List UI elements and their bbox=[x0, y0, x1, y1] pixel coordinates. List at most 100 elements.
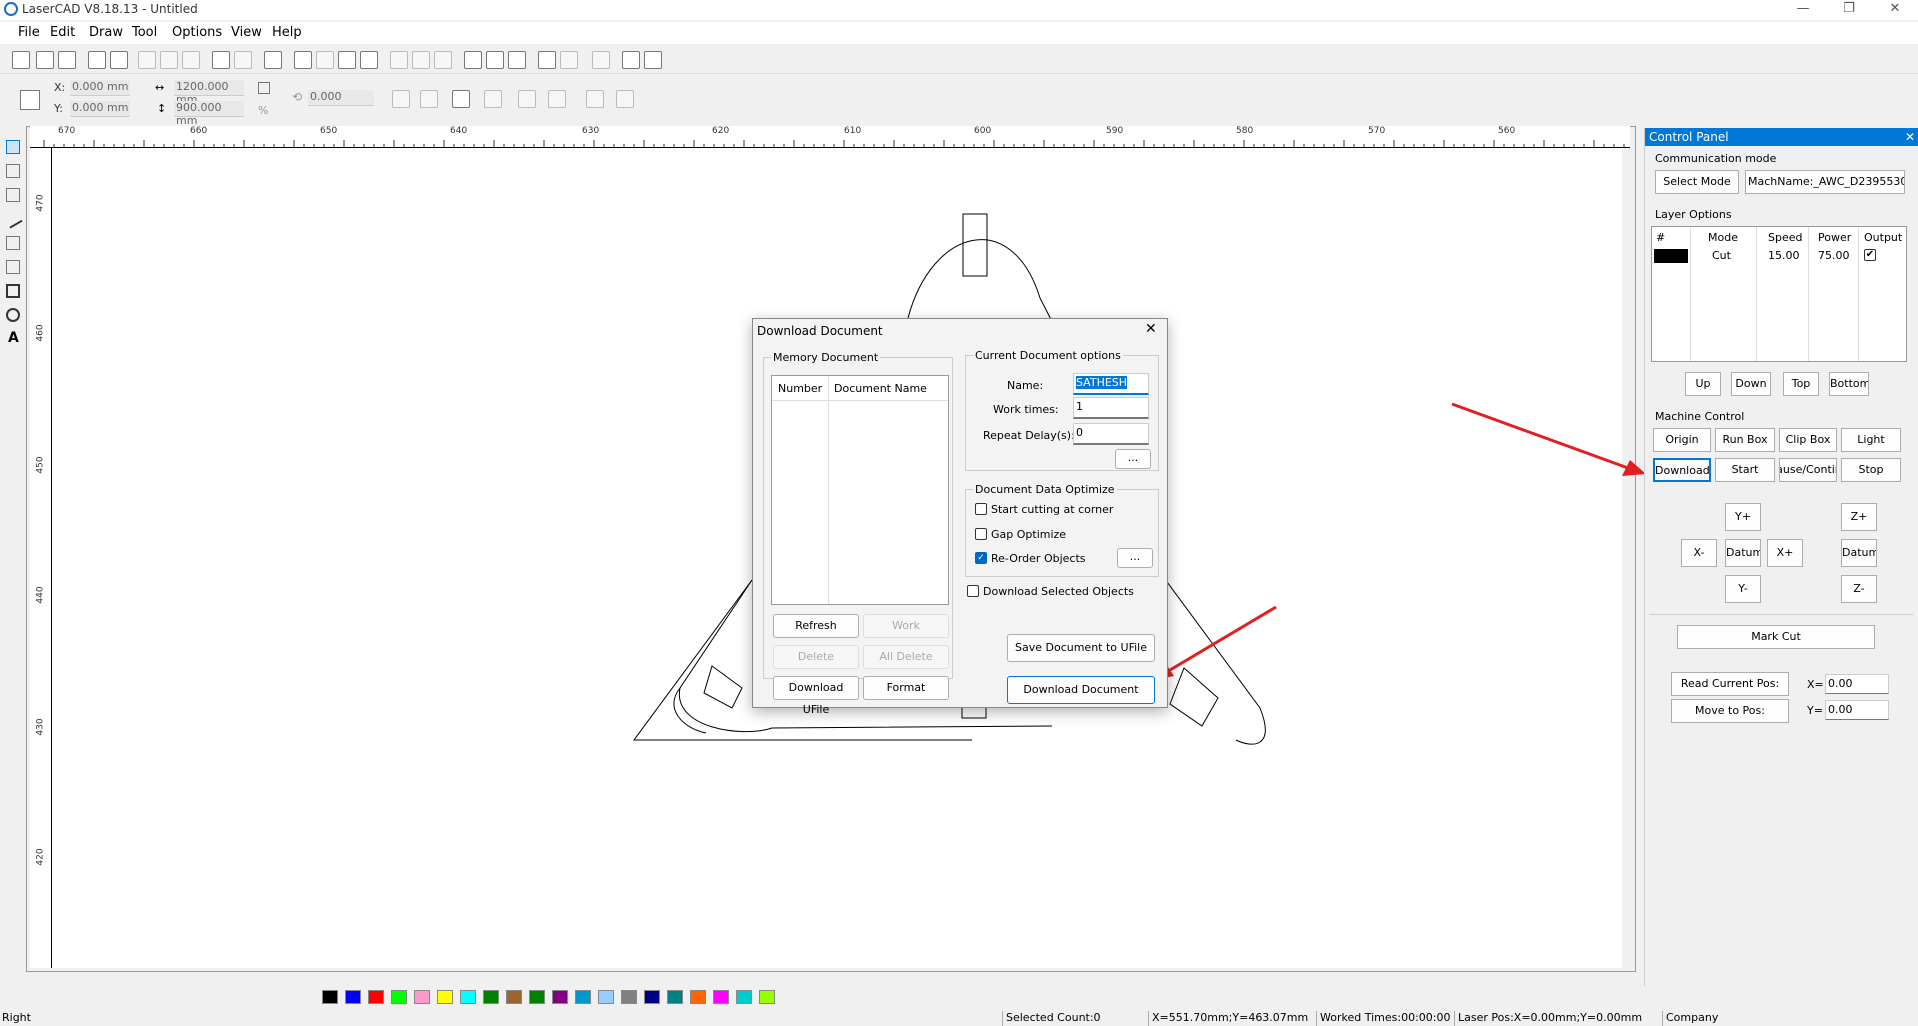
rectangle-icon[interactable] bbox=[6, 284, 20, 298]
palette-swatch[interactable] bbox=[529, 990, 545, 1004]
mark-cut-button[interactable]: Mark Cut bbox=[1677, 625, 1875, 649]
work-times-input[interactable]: 1 bbox=[1073, 397, 1149, 419]
line-icon[interactable] bbox=[3, 209, 23, 229]
repeat-delay-input[interactable]: 0 bbox=[1073, 423, 1149, 445]
work-button[interactable]: Work bbox=[863, 614, 949, 638]
jog-x-plus-button[interactable]: X+ bbox=[1767, 539, 1803, 567]
palette-swatch[interactable] bbox=[736, 990, 752, 1004]
simulate-icon[interactable] bbox=[592, 51, 610, 69]
download-selected-checkbox[interactable] bbox=[967, 585, 979, 597]
all-delete-button[interactable]: All Delete bbox=[863, 645, 949, 669]
clip-box-button[interactable]: Clip Box bbox=[1779, 428, 1837, 452]
x-position-input[interactable]: 0.000 mm bbox=[70, 80, 130, 96]
machine-select[interactable]: MachName:_AWC_D2395530 bbox=[1745, 170, 1905, 194]
layer-down-button[interactable]: Down bbox=[1731, 372, 1771, 396]
align-v-icon[interactable] bbox=[548, 90, 566, 108]
close-panel-icon[interactable]: ✕ bbox=[1905, 128, 1915, 146]
palette-swatch[interactable] bbox=[391, 990, 407, 1004]
undo-icon[interactable] bbox=[212, 51, 230, 69]
reorder-options-button[interactable]: ... bbox=[1117, 548, 1153, 568]
copy-icon[interactable] bbox=[160, 51, 178, 69]
layer-bottom-button[interactable]: Bottom bbox=[1829, 372, 1869, 396]
start-corner-checkbox[interactable] bbox=[975, 503, 987, 515]
machine-icon[interactable] bbox=[622, 51, 640, 69]
zoom-in-icon[interactable] bbox=[294, 51, 312, 69]
memory-document-table[interactable]: Number Document Name bbox=[771, 375, 949, 605]
palette-swatch[interactable] bbox=[345, 990, 361, 1004]
pos-x-input[interactable]: 0.00 bbox=[1825, 674, 1889, 694]
close-window-icon[interactable]: ✕ bbox=[1872, 0, 1918, 20]
palette-swatch[interactable] bbox=[368, 990, 384, 1004]
path-optimize-icon[interactable] bbox=[560, 51, 578, 69]
bezier-icon[interactable] bbox=[6, 236, 20, 250]
layer-table[interactable]: # Mode Speed Power Output Cut 15.00 75.0… bbox=[1651, 226, 1907, 362]
mirror-v-icon[interactable] bbox=[420, 90, 438, 108]
import-icon[interactable] bbox=[88, 51, 106, 69]
jog-z-plus-button[interactable]: Z+ bbox=[1841, 503, 1877, 531]
start-point-icon[interactable] bbox=[538, 51, 556, 69]
download-ufile-button[interactable]: Download UFile bbox=[773, 676, 859, 716]
polyline-icon[interactable] bbox=[6, 260, 20, 274]
pause-continue-button[interactable]: Pause/Continue bbox=[1779, 458, 1837, 482]
palette-swatch[interactable] bbox=[460, 990, 476, 1004]
palette-swatch[interactable] bbox=[437, 990, 453, 1004]
origin-button[interactable]: Origin bbox=[1653, 428, 1711, 452]
start-button[interactable]: Start bbox=[1715, 458, 1775, 482]
menu-options[interactable]: Options bbox=[172, 25, 222, 40]
select-mode-button[interactable]: Select Mode bbox=[1655, 170, 1739, 194]
flip-icon[interactable] bbox=[586, 90, 604, 108]
node-edit-icon[interactable] bbox=[390, 51, 408, 69]
close-dialog-icon[interactable]: ✕ bbox=[1145, 321, 1157, 337]
new-file-icon[interactable] bbox=[12, 51, 30, 69]
reorder-objects-checkbox[interactable]: ✓ bbox=[975, 552, 987, 564]
layer-up-button[interactable]: Up bbox=[1685, 372, 1721, 396]
palette-swatch[interactable] bbox=[506, 990, 522, 1004]
palette-swatch[interactable] bbox=[598, 990, 614, 1004]
stop-button[interactable]: Stop bbox=[1841, 458, 1901, 482]
gap-optimize-checkbox[interactable] bbox=[975, 528, 987, 540]
zoom-page-icon[interactable] bbox=[360, 51, 378, 69]
export-icon[interactable] bbox=[110, 51, 128, 69]
jog-x-minus-button[interactable]: X- bbox=[1681, 539, 1717, 567]
array-icon[interactable] bbox=[486, 51, 504, 69]
mirror-h-icon[interactable] bbox=[392, 90, 410, 108]
align-h-icon[interactable] bbox=[518, 90, 536, 108]
refresh-button[interactable]: Refresh bbox=[773, 614, 859, 638]
format-button[interactable]: Format bbox=[863, 676, 949, 700]
palette-swatch[interactable] bbox=[322, 990, 338, 1004]
rotate-input[interactable]: 0.000 bbox=[308, 90, 374, 106]
menu-file[interactable]: File bbox=[18, 25, 40, 40]
palette-swatch[interactable] bbox=[690, 990, 706, 1004]
read-current-pos-button[interactable]: Read Current Pos: bbox=[1671, 672, 1789, 696]
save-icon[interactable] bbox=[58, 51, 76, 69]
download-button[interactable]: Download bbox=[1653, 458, 1711, 482]
pen-icon[interactable] bbox=[6, 188, 20, 202]
palette-swatch[interactable] bbox=[621, 990, 637, 1004]
minimize-icon[interactable]: — bbox=[1780, 0, 1826, 20]
palette-swatch[interactable] bbox=[644, 990, 660, 1004]
menu-help[interactable]: Help bbox=[272, 25, 302, 40]
jog-y-minus-button[interactable]: Y- bbox=[1725, 575, 1761, 603]
node-delete-icon[interactable] bbox=[434, 51, 452, 69]
palette-swatch[interactable] bbox=[759, 990, 775, 1004]
jog-y-plus-button[interactable]: Y+ bbox=[1725, 503, 1761, 531]
save-ufile-button[interactable]: Save Document to UFile bbox=[1007, 634, 1155, 662]
redo-icon[interactable] bbox=[234, 51, 252, 69]
restore-icon[interactable]: ❐ bbox=[1826, 0, 1872, 20]
menu-draw[interactable]: Draw bbox=[89, 25, 123, 40]
more-options-button[interactable]: ... bbox=[1115, 449, 1151, 469]
layer-output-checkbox[interactable]: ✔ bbox=[1864, 249, 1876, 261]
name-input[interactable]: SATHESH bbox=[1073, 373, 1149, 395]
delete-button[interactable]: Delete bbox=[773, 645, 859, 669]
z-datum-button[interactable]: Datum bbox=[1841, 539, 1877, 567]
pos-y-input[interactable]: 0.00 bbox=[1825, 700, 1889, 720]
download-document-button[interactable]: Download Document bbox=[1007, 676, 1155, 704]
select-arrow-icon[interactable] bbox=[6, 140, 20, 154]
zoom-out-icon[interactable] bbox=[316, 51, 334, 69]
layer-order-icon[interactable] bbox=[452, 90, 470, 108]
menu-view[interactable]: View bbox=[231, 25, 262, 40]
open-file-icon[interactable] bbox=[36, 51, 54, 69]
width-input[interactable]: 1200.000 mm bbox=[174, 80, 244, 106]
monitor-icon[interactable] bbox=[644, 51, 662, 69]
move-to-pos-button[interactable]: Move to Pos: bbox=[1671, 699, 1789, 723]
